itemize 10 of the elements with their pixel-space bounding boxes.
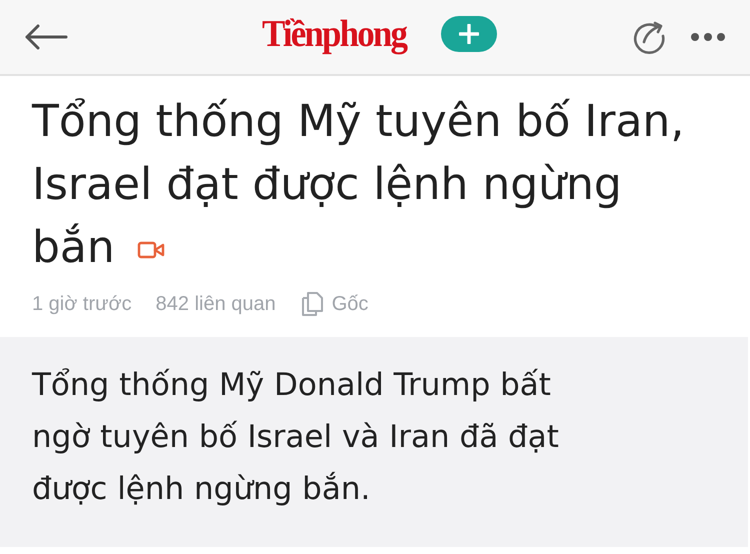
article-title: Tổng thống Mỹ tuyên bố Iran, Israel đạt được lệnh ngừng bắn [32,95,686,275]
time-text: 1 giờ trước [32,292,132,316]
follow-button[interactable] [440,16,497,52]
related-link[interactable]: 842 liên quan [156,292,276,316]
more-icon[interactable] [690,32,726,42]
logo: Tiềnphong [262,12,406,56]
summary-text: Tổng thống Mỹ Donald Trump bất ngờ tuyên bố Israel và Iran đã đạt được lệnh ngừng bắn. [32,366,560,509]
source-link[interactable]: Gốc [332,292,368,316]
plus-icon [458,24,479,44]
back-icon[interactable] [24,24,68,50]
